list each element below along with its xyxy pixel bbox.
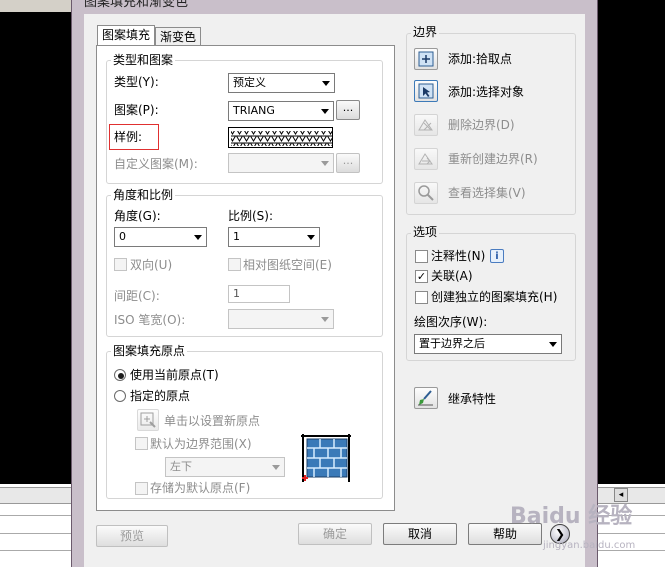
group-title: 选项 (411, 225, 440, 239)
select-objects-button[interactable] (414, 80, 438, 102)
angle-select[interactable]: 0 (114, 227, 207, 247)
set-origin-label: 单击以设置新原点 (164, 414, 261, 428)
specified-origin-label: 指定的原点 (130, 389, 191, 403)
browse-custom-button[interactable]: ... (336, 153, 360, 173)
recreate-boundary-button[interactable] (414, 148, 438, 170)
annotative-checkbox[interactable] (415, 250, 428, 263)
view-selection-label[interactable]: 查看选择集(V) (448, 185, 526, 201)
view-selection-button[interactable] (414, 182, 438, 204)
pattern-label: 图案(P): (114, 103, 159, 117)
associative-checkbox[interactable]: ✓ (415, 270, 428, 283)
view-selection-icon (418, 185, 434, 201)
type-label: 类型(Y): (114, 75, 159, 89)
iso-width-label: ISO 笔宽(O): (114, 313, 186, 327)
origin-preview-icon (300, 433, 352, 483)
pattern-select[interactable]: TRIANG (228, 101, 334, 121)
scale-label: 比例(S): (228, 209, 274, 223)
crosshair-cursor-icon (140, 412, 156, 428)
browse-pattern-button[interactable]: ... (336, 100, 360, 120)
default-boundary-label: 默认为边界范围(X) (150, 437, 252, 451)
spacing-label: 间距(C): (114, 289, 160, 303)
associative-label: 关联(A) (431, 269, 473, 283)
select-objects-icon (418, 83, 434, 99)
draw-order-select[interactable]: 置于边界之后 (414, 334, 562, 354)
preview-button[interactable]: 预览 (96, 525, 168, 547)
inherit-properties-label[interactable]: 继承特性 (448, 391, 496, 407)
group-title: 图案填充原点 (111, 344, 188, 358)
use-current-origin-radio[interactable] (114, 369, 126, 381)
use-current-origin-label: 使用当前原点(T) (130, 368, 219, 382)
select-objects-label[interactable]: 添加:选择对象 (448, 84, 524, 100)
tab-hatch[interactable]: 图案填充 (97, 25, 156, 47)
annotative-label: 注释性(N) (431, 249, 486, 263)
pick-points-label[interactable]: 添加:拾取点 (448, 51, 512, 67)
sample-label: 样例: (114, 130, 143, 144)
pick-points-button[interactable] (414, 48, 438, 70)
custom-pattern-label: 自定义图案(M): (114, 157, 198, 171)
angle-label: 角度(G): (114, 209, 161, 223)
remove-boundary-label[interactable]: 删除边界(D) (448, 117, 515, 133)
watermark-url: jingyan.baidu.com (543, 540, 636, 551)
custom-pattern-select[interactable] (228, 153, 334, 173)
inherit-properties-button[interactable] (414, 387, 438, 409)
group-title: 类型和图案 (111, 53, 176, 67)
remove-boundary-icon (418, 119, 433, 131)
origin-position-select[interactable]: 左下 (165, 457, 285, 477)
ok-button[interactable]: 确定 (298, 523, 372, 545)
pick-points-icon (418, 51, 434, 67)
set-origin-button[interactable] (137, 409, 159, 431)
group-title: 角度和比例 (111, 188, 176, 202)
cancel-button[interactable]: 取消 (383, 523, 457, 545)
double-checkbox[interactable] (114, 258, 127, 271)
separate-hatches-label: 创建独立的图案填充(H) (431, 290, 558, 304)
info-icon[interactable]: i (490, 249, 504, 263)
triang-pattern-icon (231, 131, 332, 146)
scale-select[interactable]: 1 (228, 227, 320, 247)
relative-paper-checkbox[interactable] (228, 258, 241, 271)
specified-origin-radio[interactable] (114, 390, 126, 402)
dialog-title: 图案填充和渐变色 (84, 0, 189, 10)
relative-paper-label: 相对图纸空间(E) (243, 258, 332, 272)
remove-boundary-button[interactable] (414, 114, 438, 136)
separate-hatches-checkbox[interactable] (415, 291, 428, 304)
group-title: 边界 (411, 25, 440, 39)
double-label: 双向(U) (130, 258, 173, 272)
store-default-checkbox[interactable] (135, 482, 148, 495)
recreate-boundary-icon (418, 153, 433, 165)
store-default-label: 存储为默认原点(F) (150, 481, 251, 495)
background-toolbar (0, 0, 72, 12)
draw-order-label: 绘图次序(W): (414, 315, 488, 329)
paintbrush-icon (418, 390, 433, 406)
tab-gradient[interactable]: 渐变色 (155, 27, 202, 47)
spacing-input[interactable]: 1 (228, 285, 290, 303)
pattern-swatch[interactable] (228, 127, 333, 148)
recreate-boundary-label[interactable]: 重新创建边界(R) (448, 151, 538, 167)
iso-width-select[interactable] (228, 309, 334, 329)
default-boundary-checkbox[interactable] (135, 437, 148, 450)
watermark-logo: Baidu 经验 (510, 504, 633, 529)
type-select[interactable]: 预定义 (228, 73, 335, 93)
